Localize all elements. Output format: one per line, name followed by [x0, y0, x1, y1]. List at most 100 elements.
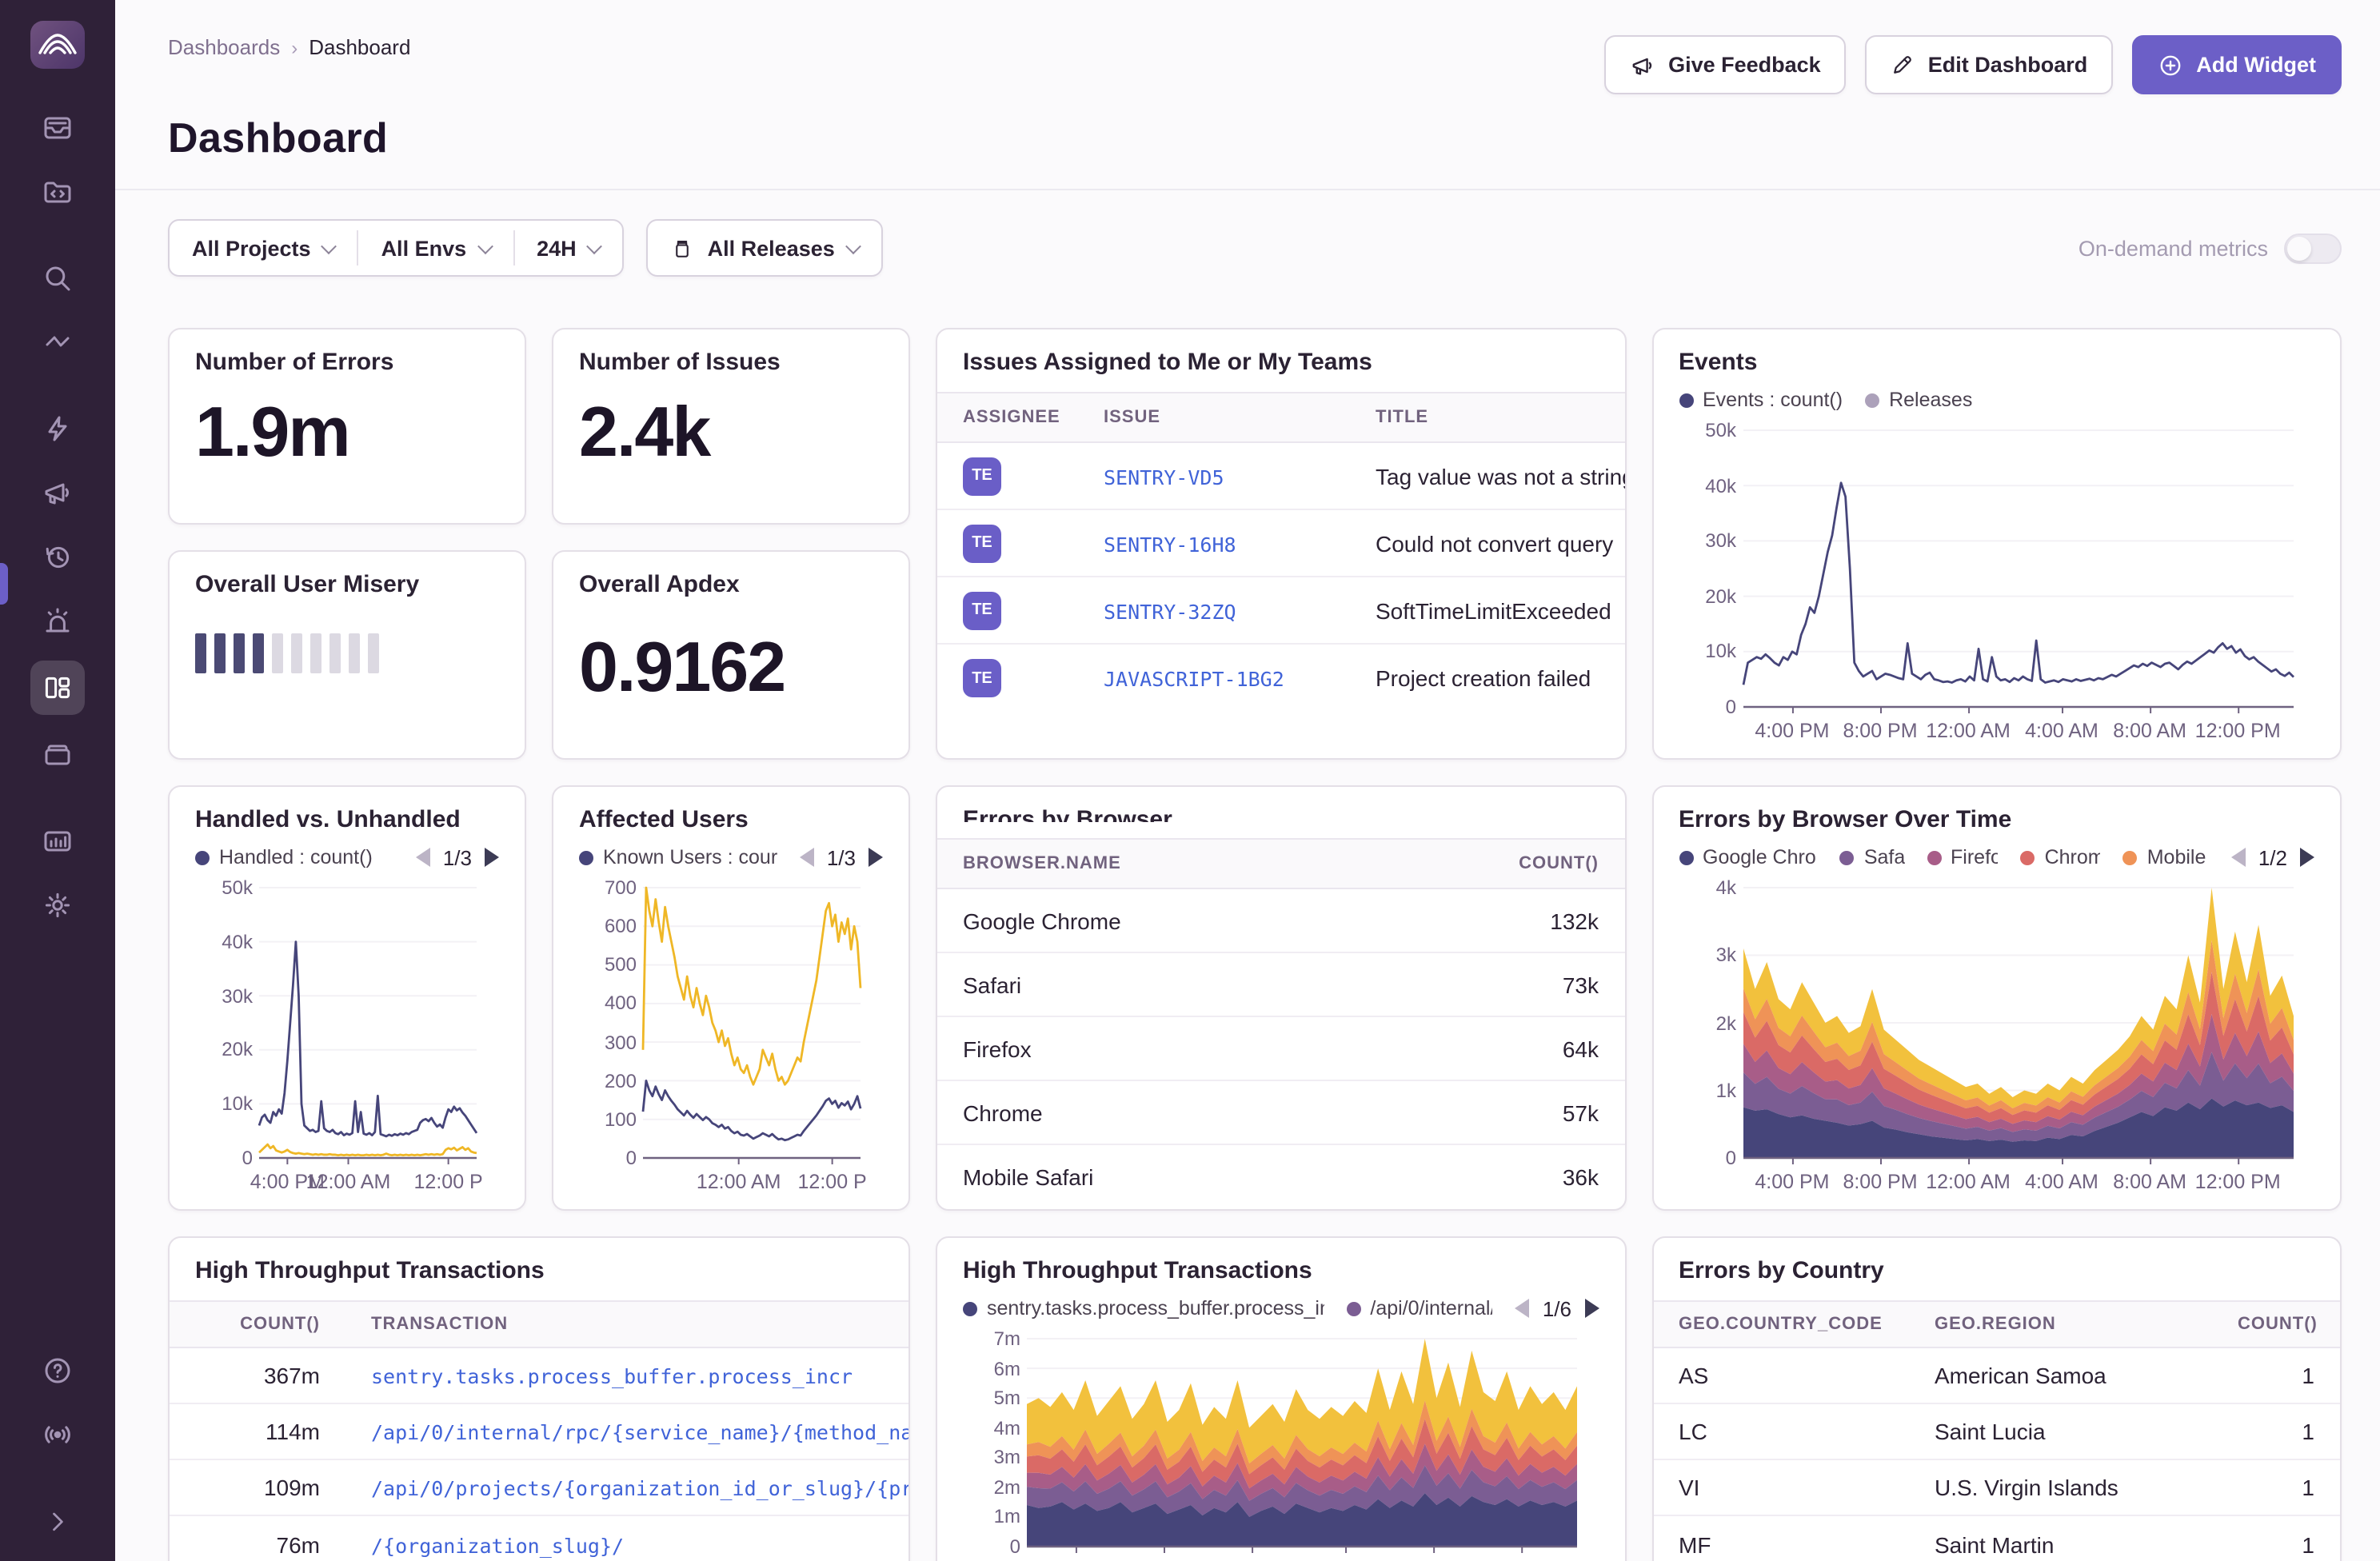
- next-page-icon[interactable]: [2300, 848, 2314, 867]
- widget-high-throughput-chart[interactable]: High Throughput Transactions sentry.task…: [936, 1236, 1626, 1561]
- previous-page-icon[interactable]: [799, 848, 814, 867]
- legend-item[interactable]: /api/0/internal/r: [1346, 1297, 1493, 1319]
- column-header[interactable]: Geo.Region: [1909, 1315, 2212, 1334]
- misery-segment: [234, 633, 245, 673]
- link[interactable]: SENTRY-16H8: [1104, 532, 1236, 556]
- sidebar-item-explore[interactable]: [30, 168, 85, 216]
- link[interactable]: SENTRY-VD5: [1104, 465, 1224, 489]
- chevron-down-icon: [477, 238, 493, 254]
- link[interactable]: /api/0/internal/rpc/{service_name}/{meth…: [371, 1420, 908, 1444]
- next-page-icon[interactable]: [869, 848, 883, 867]
- sidebar-item-settings[interactable]: [30, 881, 85, 929]
- pencil-icon: [1894, 56, 1912, 74]
- issue-link[interactable]: /api/0/internal/rpc/{service_name}/{meth…: [345, 1419, 908, 1444]
- on-demand-metrics-toggle[interactable]: [2284, 233, 2342, 263]
- column-header[interactable]: Geo.Country_Code: [1653, 1315, 1909, 1334]
- link[interactable]: JAVASCRIPT-1BG2: [1104, 667, 1284, 691]
- previous-page-icon[interactable]: [1515, 1299, 1530, 1318]
- issue-link[interactable]: JAVASCRIPT-1BG2: [1078, 665, 1350, 691]
- edit-dashboard-button[interactable]: Edit Dashboard: [1865, 35, 2114, 94]
- date-range-filter[interactable]: 24H: [513, 230, 623, 265]
- add-widget-button[interactable]: Add Widget: [2132, 35, 2342, 94]
- sidebar-collapse-toggle[interactable]: [30, 1497, 85, 1545]
- sidebar-item-issues[interactable]: [30, 104, 85, 152]
- sidebar-item-stats[interactable]: [30, 817, 85, 865]
- link[interactable]: sentry.tasks.process_buffer.process_incr: [371, 1364, 853, 1388]
- sidebar-item-dashboards[interactable]: [30, 661, 85, 715]
- sidebar-item-alerts[interactable]: [30, 597, 85, 645]
- column-header[interactable]: Assignee: [937, 408, 1078, 427]
- sidebar-item-replays[interactable]: [30, 533, 85, 581]
- legend-label: Known Users : cour: [603, 846, 777, 868]
- widget-errors-by-country[interactable]: Errors by Country Geo.Country_Code Geo.Re…: [1651, 1236, 2342, 1561]
- avatar[interactable]: TE: [963, 659, 1001, 697]
- issue-link[interactable]: sentry.tasks.process_buffer.process_incr: [345, 1363, 908, 1388]
- sidebar-item-archive[interactable]: [30, 731, 85, 779]
- column-header[interactable]: Count(): [170, 1315, 345, 1334]
- sidebar-item-performance[interactable]: [30, 405, 85, 453]
- legend-item[interactable]: Safari: [1839, 846, 1904, 868]
- widget-number-of-issues[interactable]: Number of Issues 2.4k: [552, 328, 910, 525]
- sidebar-item-whats-new[interactable]: [30, 1411, 85, 1459]
- cell: 1: [2302, 1419, 2314, 1444]
- legend-item[interactable]: Mobile S: [2122, 846, 2209, 868]
- cell: 1: [2302, 1363, 2314, 1388]
- issue-link[interactable]: SENTRY-16H8: [1078, 530, 1350, 556]
- legend-item[interactable]: Chrome: [2020, 846, 2101, 868]
- sentry-logo[interactable]: [30, 21, 85, 69]
- widget-handled-vs-unhandled[interactable]: Handled vs. Unhandled Handled : count() 1…: [168, 785, 526, 1211]
- widget-user-misery[interactable]: Overall User Misery: [168, 549, 526, 760]
- y-axis-tick: 3m: [993, 1446, 1020, 1469]
- widget-title: Number of Errors: [195, 349, 394, 376]
- legend-item[interactable]: Firefox: [1927, 846, 1999, 868]
- avatar[interactable]: TE: [963, 457, 1001, 495]
- sidebar-item-help[interactable]: [30, 1347, 85, 1395]
- column-header[interactable]: Transaction: [345, 1315, 908, 1334]
- legend-item[interactable]: Google Chrome: [1679, 846, 1818, 868]
- column-header[interactable]: Browser.Name: [937, 854, 1464, 873]
- previous-page-icon[interactable]: [2230, 848, 2246, 867]
- widget-affected-users[interactable]: Affected Users Known Users : cour 1/3 700…: [552, 785, 910, 1211]
- legend-item[interactable]: Releases: [1865, 389, 1972, 411]
- environment-filter[interactable]: All Envs: [357, 230, 513, 265]
- column-header[interactable]: Count(): [2212, 1315, 2340, 1334]
- widget-number-of-errors[interactable]: Number of Errors 1.9m: [168, 328, 526, 525]
- table-header: Geo.Country_Code Geo.Region Count(): [1653, 1300, 2340, 1348]
- issue-link[interactable]: SENTRY-VD5: [1078, 463, 1350, 489]
- sidebar-item-search[interactable]: [30, 254, 85, 302]
- widget-overall-apdex[interactable]: Overall Apdex 0.9162: [552, 549, 910, 760]
- widget-issues-assigned[interactable]: Issues Assigned to Me or My Teams Assign…: [936, 328, 1626, 760]
- next-page-icon[interactable]: [485, 848, 499, 867]
- legend-item[interactable]: Events : count(): [1679, 389, 1843, 411]
- link[interactable]: SENTRY-32ZQ: [1104, 599, 1236, 623]
- widget-errors-by-browser[interactable]: Errors by Browser Browser.Name Count() Goo…: [936, 785, 1626, 1211]
- issue-link[interactable]: /{organization_slug}/: [345, 1531, 908, 1557]
- y-axis-tick: 5m: [993, 1387, 1020, 1410]
- widget-events[interactable]: Events Events : count() Releases 50k 40k 30…: [1651, 328, 2342, 760]
- give-feedback-button[interactable]: Give Feedback: [1604, 35, 1847, 94]
- column-header[interactable]: Title: [1350, 408, 1624, 427]
- widget-title: Overall User Misery: [195, 570, 420, 598]
- legend-item[interactable]: Known Users : cour: [579, 846, 777, 868]
- plus-circle-icon: [2160, 54, 2181, 75]
- previous-page-icon[interactable]: [415, 848, 430, 867]
- legend-item[interactable]: sentry.tasks.process_buffer.process_incr: [963, 1297, 1324, 1319]
- issue-link[interactable]: /api/0/projects/{organization_id_or_slug…: [345, 1475, 908, 1500]
- avatar[interactable]: TE: [963, 591, 1001, 629]
- sidebar-item-traces[interactable]: [30, 318, 85, 366]
- column-header[interactable]: Count(): [1464, 854, 1624, 873]
- breadcrumb-dashboards[interactable]: Dashboards: [168, 35, 280, 59]
- link[interactable]: /api/0/projects/{organization_id_or_slug…: [371, 1476, 908, 1500]
- issue-link[interactable]: SENTRY-32ZQ: [1078, 597, 1350, 623]
- link[interactable]: /{organization_slug}/: [371, 1533, 624, 1557]
- widget-title: Overall Apdex: [579, 570, 740, 598]
- widget-high-throughput-table[interactable]: High Throughput Transactions Count() Tran…: [168, 1236, 910, 1561]
- sidebar-item-feedback[interactable]: [30, 469, 85, 517]
- avatar[interactable]: TE: [963, 524, 1001, 562]
- releases-filter[interactable]: All Releases: [649, 230, 881, 265]
- widget-errors-by-browser-over-time[interactable]: Errors by Browser Over Time Google Chrom…: [1651, 785, 2342, 1211]
- project-filter[interactable]: All Projects: [170, 230, 357, 265]
- legend-item[interactable]: Handled : count(): [195, 846, 373, 868]
- next-page-icon[interactable]: [1584, 1299, 1599, 1318]
- column-header[interactable]: Issue: [1078, 408, 1350, 427]
